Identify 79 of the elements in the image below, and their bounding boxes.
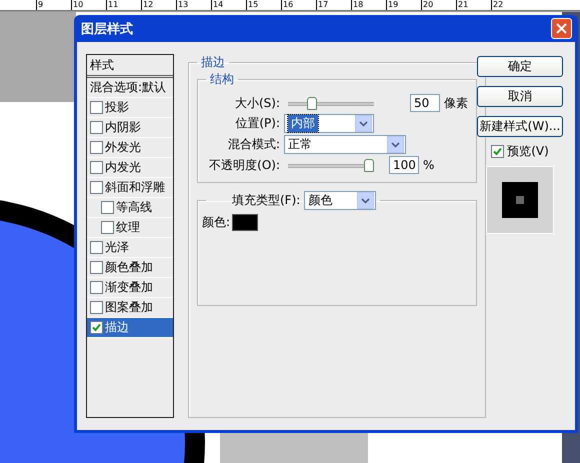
field-label: 填充类型(F): <box>232 192 300 209</box>
ruler-number: 12 <box>141 0 176 10</box>
ruler-number: 15 <box>246 0 281 10</box>
style-label: 光泽 <box>105 239 129 256</box>
color-swatch[interactable] <box>232 214 258 231</box>
style-label: 投影 <box>105 99 129 116</box>
dialog-button[interactable]: 确定 <box>477 56 563 77</box>
blend-mode-dropdown[interactable]: 正常 <box>284 135 406 154</box>
ruler-number: 9 <box>36 0 71 10</box>
style-label: 内发光 <box>105 159 141 176</box>
style-list-item[interactable]: 混合选项:默认 <box>87 78 173 98</box>
style-label: 颜色叠加 <box>105 259 153 276</box>
style-label: 图案叠加 <box>105 299 153 316</box>
style-label: 混合选项:默认 <box>90 79 166 96</box>
ruler-number: 17 <box>316 0 351 10</box>
checkbox[interactable] <box>90 321 103 334</box>
style-list-item[interactable]: 纹理 <box>87 218 173 238</box>
checkbox[interactable] <box>90 101 103 114</box>
checkbox[interactable] <box>101 201 114 214</box>
checkbox[interactable] <box>90 181 103 194</box>
fill-type-dropdown[interactable]: 颜色 <box>304 191 376 210</box>
unit-label: 像素 <box>444 94 468 112</box>
ruler-number: 16 <box>281 0 316 10</box>
style-list-item[interactable]: 颜色叠加 <box>87 258 173 278</box>
style-list-item[interactable]: 投影 <box>87 98 173 118</box>
style-label: 纹理 <box>116 219 140 236</box>
slider-thumb[interactable] <box>307 96 317 110</box>
position-dropdown[interactable]: 内部 <box>284 114 374 133</box>
checkbox[interactable] <box>90 241 103 254</box>
field-label: 位置(P): <box>234 115 280 132</box>
close-button[interactable] <box>551 18 572 39</box>
checkbox[interactable] <box>90 261 103 274</box>
style-label: 描边 <box>105 319 129 336</box>
ruler-number: 18 <box>351 0 386 10</box>
ruler-number: 13 <box>176 0 211 10</box>
style-list-item[interactable]: 光泽 <box>87 238 173 258</box>
checkbox-label: 预览(V) <box>507 143 549 160</box>
style-list-item[interactable]: 斜面和浮雕 <box>87 178 173 198</box>
group-title: 描边 <box>200 54 226 71</box>
ruler-number: 14 <box>211 0 246 10</box>
checkbox[interactable] <box>90 161 103 174</box>
ruler-number: 20 <box>421 0 456 10</box>
ruler-number: 22 <box>491 0 526 10</box>
unit-label: % <box>423 158 434 172</box>
ruler-number: 19 <box>386 0 421 10</box>
dialog-button[interactable]: 新建样式(W)... <box>477 116 563 137</box>
style-label: 等高线 <box>116 199 152 216</box>
field-label: 不透明度(O): <box>208 156 280 174</box>
style-list-item[interactable]: 描边 <box>87 318 173 338</box>
style-list-item[interactable]: 渐变叠加 <box>87 278 173 298</box>
size-input[interactable]: 50 <box>410 94 440 112</box>
close-icon <box>556 23 567 34</box>
ruler-number: 21 <box>456 0 491 10</box>
opacity-input[interactable]: 100 <box>389 156 419 174</box>
checkbox[interactable] <box>90 121 103 134</box>
checkbox[interactable] <box>101 221 114 234</box>
window-title: 图层样式 <box>81 20 133 38</box>
checkbox[interactable] <box>90 301 103 314</box>
preview-thumbnail <box>486 166 554 234</box>
style-list-item[interactable]: 等高线 <box>87 198 173 218</box>
style-label: 斜面和浮雕 <box>105 179 165 196</box>
style-list-item[interactable]: 内发光 <box>87 158 173 178</box>
style-list-item[interactable]: 外发光 <box>87 138 173 158</box>
field-label: 大小(S): <box>234 94 280 112</box>
style-label: 内阴影 <box>105 119 141 136</box>
style-label: 外发光 <box>105 139 141 156</box>
checkbox[interactable] <box>90 141 103 154</box>
field-label: 混合模式: <box>226 136 280 153</box>
style-list-header: 样式 <box>87 55 173 78</box>
checkbox[interactable] <box>491 145 504 158</box>
field-label: 颜色: <box>202 214 230 231</box>
dialog-button[interactable]: 取消 <box>477 86 563 107</box>
group-title: 结构 <box>209 71 235 88</box>
style-label: 渐变叠加 <box>105 279 153 296</box>
checkbox[interactable] <box>90 281 103 294</box>
style-list-item[interactable]: 内阴影 <box>87 118 173 138</box>
ruler-number: 10 <box>71 0 106 10</box>
slider-thumb[interactable] <box>364 158 374 172</box>
ruler-number: 11 <box>106 0 141 10</box>
